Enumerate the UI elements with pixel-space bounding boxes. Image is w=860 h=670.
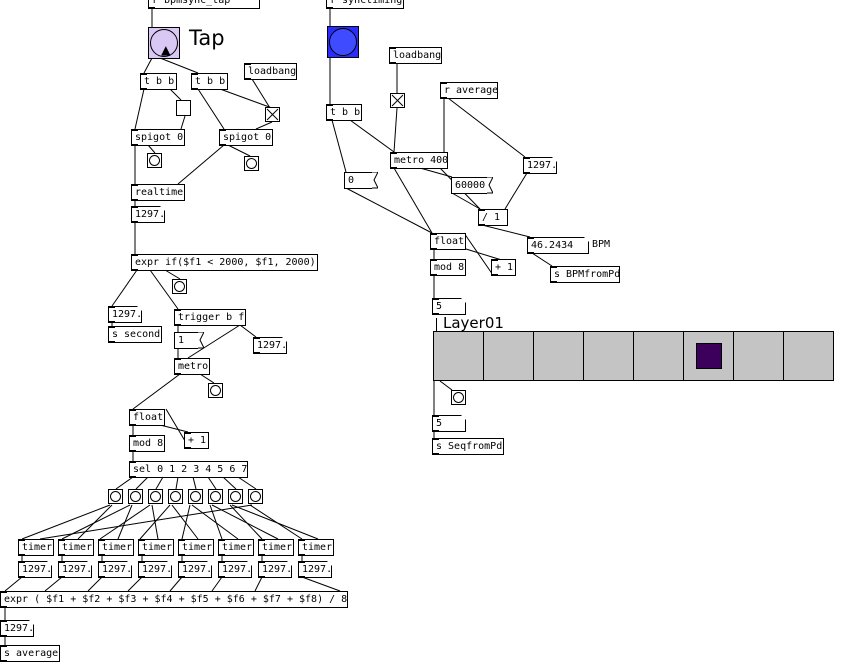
timer-7[interactable]: timer <box>298 539 334 556</box>
bang-expr[interactable] <box>172 279 187 294</box>
timer-2[interactable]: timer <box>98 539 134 556</box>
message-60000[interactable]: 60000 <box>451 177 493 194</box>
timer-6[interactable]: timer <box>258 539 294 556</box>
sel-bang-5[interactable] <box>208 489 223 504</box>
message-flag-icon <box>198 332 204 349</box>
bpm-label: BPM <box>592 239 611 250</box>
message-one[interactable]: 1 <box>174 332 204 349</box>
divide-one[interactable]: / 1 <box>478 209 508 226</box>
trigger-number[interactable]: 1297. <box>253 337 287 354</box>
sel-bang-1[interactable] <box>128 489 143 504</box>
bang-metro[interactable] <box>208 383 223 398</box>
toggle-checked[interactable] <box>265 107 280 122</box>
send-seq-from-pd[interactable]: s SeqfromPd <box>432 438 504 455</box>
layer-label: Layer01 <box>443 314 504 332</box>
sync-bang-button[interactable] <box>327 26 359 58</box>
sel-bang-4[interactable] <box>188 489 203 504</box>
grid-cell-6[interactable] <box>734 332 784 380</box>
timer-5[interactable]: timer <box>218 539 254 556</box>
sel-bang-3[interactable] <box>168 489 183 504</box>
sequencer-grid[interactable] <box>433 331 834 381</box>
realtime-number[interactable]: 1297. <box>131 206 165 223</box>
grid-cell-7[interactable] <box>784 332 833 380</box>
grid-cell-3[interactable] <box>584 332 634 380</box>
trigger-bb-1[interactable]: t b b <box>140 73 177 90</box>
loadbang-right[interactable]: loadbang <box>389 47 442 64</box>
grid-cell-1[interactable] <box>484 332 534 380</box>
timer-number-5[interactable]: 1297. <box>218 561 252 578</box>
timer-number-7[interactable]: 1297. <box>298 561 332 578</box>
toggle-empty[interactable] <box>176 100 191 116</box>
realtime-object[interactable]: realtime <box>131 184 185 201</box>
timer-number-0[interactable]: 1297. <box>18 561 52 578</box>
timer-number-2[interactable]: 1297. <box>98 561 132 578</box>
bang-spigot1[interactable] <box>147 153 162 168</box>
metro-object[interactable]: metro <box>174 358 210 375</box>
bang-grid[interactable] <box>451 390 466 405</box>
x-check-icon <box>391 94 404 107</box>
second-number[interactable]: 1297. <box>108 306 142 323</box>
tap-label: Tap <box>189 26 225 50</box>
grid-cell-5[interactable] <box>684 332 734 380</box>
receive-average[interactable]: r average <box>440 82 498 99</box>
plus-one-right[interactable]: + 1 <box>491 259 516 276</box>
layer-divider <box>436 318 437 331</box>
spigot-2[interactable]: spigot 0 <box>219 129 273 146</box>
step-number-bottom[interactable]: 5 <box>432 415 466 432</box>
float-left[interactable]: float <box>129 409 165 426</box>
sel-bang-2[interactable] <box>148 489 163 504</box>
float-right[interactable]: float <box>430 233 466 250</box>
grid-cell-0[interactable] <box>434 332 484 380</box>
grid-cell-2[interactable] <box>534 332 584 380</box>
sel-bang-7[interactable] <box>248 489 263 504</box>
message-zero[interactable]: 0 <box>344 172 378 189</box>
tap-bang-button[interactable]: ▲ <box>148 27 180 59</box>
spigot-1[interactable]: spigot 0 <box>131 129 185 146</box>
select-0-7[interactable]: sel 0 1 2 3 4 5 6 7 <box>129 461 248 478</box>
grid-cell-4[interactable] <box>634 332 684 380</box>
sel-bang-6[interactable] <box>228 489 243 504</box>
expr-average[interactable]: expr ( $f1 + $f2 + $f3 + $f4 + $f5 + $f6… <box>0 591 348 608</box>
pd-patch-canvas[interactable]: r bpmsync_tap r synctiming ▲ Tap t b b t… <box>0 0 860 670</box>
timer-1[interactable]: timer <box>58 539 94 556</box>
cursor-arrow-icon: ▲ <box>161 40 171 59</box>
timer-number-3[interactable]: 1297. <box>138 561 172 578</box>
sel-bang-0[interactable] <box>108 489 123 504</box>
mod8-left[interactable]: mod 8 <box>129 435 165 452</box>
bang-spigot2[interactable] <box>244 156 259 171</box>
loadbang-left[interactable]: loadbang <box>244 63 297 80</box>
timer-number-1[interactable]: 1297. <box>58 561 92 578</box>
message-flag-icon <box>487 177 493 194</box>
timer-3[interactable]: timer <box>138 539 174 556</box>
step-number-top[interactable]: 5 <box>432 298 466 315</box>
send-second[interactable]: s second <box>108 326 162 343</box>
trigger-bf[interactable]: trigger b f <box>174 309 246 326</box>
receive-synctiming[interactable]: r synctiming <box>326 0 404 9</box>
send-bpm-from-pd[interactable]: s BPMfromPd <box>550 266 620 283</box>
x-check-icon <box>266 108 279 121</box>
timer-0[interactable]: timer <box>18 539 54 556</box>
timer-number-4[interactable]: 1297. <box>178 561 212 578</box>
toggle-right-checked[interactable] <box>390 93 405 108</box>
metro-400[interactable]: metro 400 <box>390 152 448 169</box>
receive-bpmsync-tap[interactable]: r bpmsync_tap <box>148 0 260 9</box>
plus-one-left[interactable]: + 1 <box>184 432 209 449</box>
average-number[interactable]: 1297. <box>0 620 34 637</box>
average-number-right[interactable]: 1297. <box>523 157 557 174</box>
timer-number-6[interactable]: 1297. <box>258 561 292 578</box>
send-average[interactable]: s average <box>0 645 60 662</box>
message-flag-icon <box>372 172 378 189</box>
trigger-bb-right[interactable]: t b b <box>326 104 362 121</box>
active-step-marker <box>695 343 722 369</box>
bpm-number[interactable]: 46.2434 <box>527 237 589 254</box>
timer-4[interactable]: timer <box>178 539 214 556</box>
trigger-bb-2[interactable]: t b b <box>191 73 228 90</box>
expr-clip-2000[interactable]: expr if($f1 < 2000, $f1, 2000) <box>131 254 318 271</box>
mod8-right[interactable]: mod 8 <box>430 259 466 276</box>
